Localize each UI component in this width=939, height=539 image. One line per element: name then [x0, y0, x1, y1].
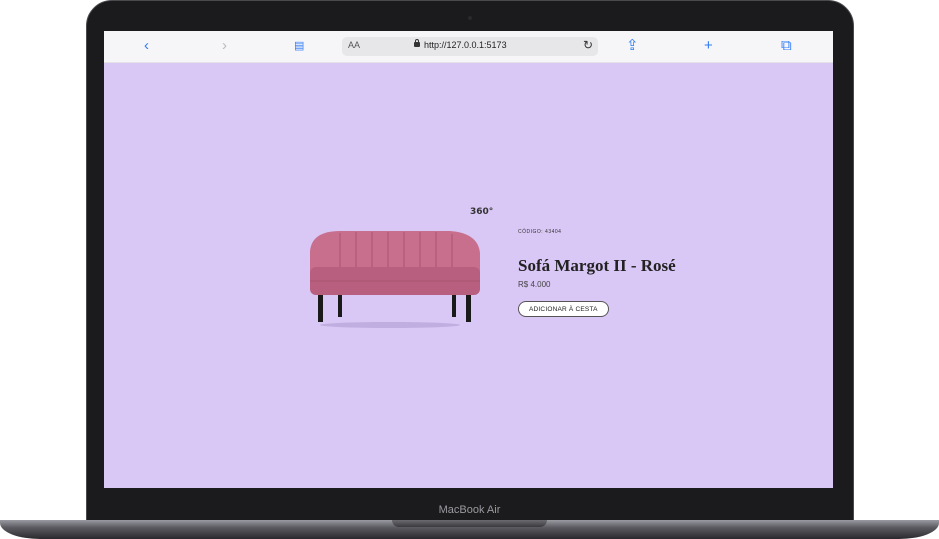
reload-icon[interactable]: ↻: [583, 38, 593, 52]
add-to-cart-button[interactable]: ADICIONAR À CESTA: [518, 301, 609, 317]
device-label: MacBook Air: [438, 504, 501, 516]
product-price: R$ 4.000: [518, 280, 551, 289]
product-code: CÓDIGO: 43404: [518, 229, 562, 235]
camera: [468, 16, 472, 20]
laptop-notch: [392, 520, 547, 527]
rotate-360-icon[interactable]: 360°: [470, 207, 493, 217]
sofa-image: [310, 231, 480, 328]
forward-icon[interactable]: ›: [222, 37, 227, 55]
url-text: http://127.0.0.1:5173: [424, 40, 507, 50]
address-bar[interactable]: AA http://127.0.0.1:5173 ↻: [342, 37, 598, 56]
reader-aa-button[interactable]: AA: [348, 40, 360, 50]
new-tab-icon[interactable]: +: [704, 37, 713, 55]
back-icon[interactable]: ‹: [144, 37, 149, 55]
lock-icon: [414, 39, 420, 47]
share-icon[interactable]: ⇪: [626, 37, 639, 55]
browser-toolbar: ‹ › ▤ AA http://127.0.0.1:5173 ↻ ⇪ + ⧉: [104, 31, 833, 63]
tabs-overview-icon[interactable]: ⧉: [781, 37, 792, 55]
product-title: Sofá Margot II - Rosé: [518, 256, 676, 275]
browser-window: ‹ › ▤ AA http://127.0.0.1:5173 ↻ ⇪ + ⧉ 3…: [104, 31, 833, 488]
bookmarks-icon[interactable]: ▤: [294, 37, 304, 55]
